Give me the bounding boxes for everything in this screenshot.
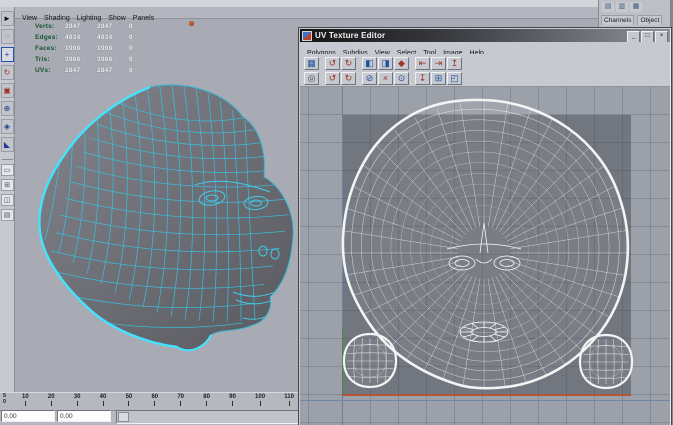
uv-editor-toolbar: ▦ ↺↻ ◧◨◆ ⇤⇥↥ ◎ ↺↻ ⊘×⊙ ↧⊞◰ — [300, 54, 670, 87]
hud-other: 0 — [129, 56, 133, 63]
grid-icon[interactable]: ⊞ — [431, 72, 446, 85]
hud-total: 1998 — [65, 45, 80, 52]
time-field[interactable]: 0.00 — [57, 410, 111, 422]
range-slider-handle[interactable] — [118, 412, 129, 422]
hud-selected: 2847 — [97, 23, 112, 30]
maya-application: ►◌+↻▣⊕◈◣ ▭⊞◫▤ ViewShadingLightingShowPan… — [0, 0, 673, 425]
hud-row-edges: Edges: 4834 4834 0 — [35, 34, 165, 45]
ruler-start-labels: 5 0 — [3, 393, 6, 405]
time-ruler[interactable]: 5 0 10 20 30 40 50 60 70 80 90 100 110 — [0, 392, 300, 411]
time-slider: 5 0 10 20 30 40 50 60 70 80 90 100 110 0.000.00 — [0, 392, 300, 425]
hud-total: 2847 — [65, 23, 80, 30]
hud-selected: 2847 — [97, 67, 112, 74]
move-uv-shell-icon[interactable]: ↺ — [325, 57, 340, 70]
hud-selected: 3988 — [97, 56, 112, 63]
time-tick[interactable]: 10 — [22, 393, 29, 410]
panel-toggle-icons: ▤▥▦ — [602, 2, 642, 12]
show-channel-box-icon[interactable]: ▦ — [630, 2, 642, 12]
sew-uvs-icon[interactable]: × — [378, 72, 393, 85]
locator-dot — [189, 21, 194, 26]
rotate-ccw-icon[interactable]: ↺ — [325, 72, 340, 85]
toolbox-divider — [2, 159, 13, 160]
hud-row-uvs: UVs: 2847 2847 0 — [35, 67, 165, 78]
ruler-start-bottom: 0 — [3, 399, 6, 405]
uv-texture-editor-window: UV Texture Editor _□× PolygonsSubdivsVie… — [298, 27, 672, 425]
merge-uvs-icon[interactable]: ⊙ — [394, 72, 409, 85]
hud-label: UVs: — [35, 67, 51, 74]
hud-label: Edges: — [35, 34, 58, 41]
rotate-cw-icon[interactable]: ↻ — [341, 72, 356, 85]
hud-total: 2847 — [65, 67, 80, 74]
soft-mod-tool[interactable]: ◈ — [1, 119, 14, 134]
single-pane-layout[interactable]: ▭ — [1, 164, 14, 176]
poly-count-hud: Verts: 2847 2847 0 Edges: 4834 4834 0 Fa… — [35, 23, 165, 78]
show-tool-settings-icon[interactable]: ▥ — [616, 2, 628, 12]
time-tick[interactable]: 40 — [100, 393, 107, 410]
channel-tab[interactable]: Object — [637, 15, 662, 25]
align-max-u-icon[interactable]: ⇥ — [431, 57, 446, 70]
range-slider[interactable] — [116, 410, 300, 424]
four-pane-layout[interactable]: ⊞ — [1, 179, 14, 191]
hud-other: 0 — [129, 45, 133, 52]
uv-editor-title: UV Texture Editor — [315, 31, 385, 40]
uv-shells-wireframe — [300, 87, 670, 425]
toolbox: ► ◌ + ↻ ▣ ⊕ ◈ ◣ ▭ ⊞ ◫ ▤ — [0, 7, 15, 392]
uv-toolbar-row-2: ◎ ↺↻ ⊘×⊙ ↧⊞◰ — [304, 71, 670, 86]
time-field[interactable]: 0.00 — [1, 410, 55, 422]
channel-tab[interactable]: Channels — [601, 15, 634, 25]
split-pane-layout[interactable]: ◫ — [1, 194, 14, 206]
cut-uvs-icon[interactable]: ⊘ — [362, 72, 377, 85]
channel-box-tabs: ChannelsObject — [601, 15, 662, 25]
hud-other: 0 — [129, 34, 133, 41]
hud-total: 4834 — [65, 34, 80, 41]
time-tick[interactable]: 100 — [255, 393, 265, 410]
time-tick[interactable]: 20 — [48, 393, 55, 410]
hud-other: 0 — [129, 67, 133, 74]
hud-selected: 4834 — [97, 34, 112, 41]
time-tick[interactable]: 50 — [126, 393, 133, 410]
lasso-tool[interactable]: ◌ — [1, 29, 14, 44]
hud-row-faces: Faces: 1998 1998 0 — [35, 45, 165, 56]
layout-uvs-icon[interactable]: ◰ — [447, 72, 462, 85]
manipulator-tool[interactable]: ⊕ — [1, 101, 14, 116]
move-tool[interactable]: + — [1, 47, 14, 62]
align-max-v-icon[interactable]: ↥ — [447, 57, 462, 70]
uv-toolbar-row-1: ▦ ↺↻ ◧◨◆ ⇤⇥↥ — [304, 56, 670, 71]
time-tick[interactable]: 70 — [177, 393, 184, 410]
time-tick[interactable]: 60 — [151, 393, 158, 410]
hud-selected: 1998 — [97, 45, 112, 52]
uv-editor-window-icon — [302, 31, 312, 41]
hud-label: Tris: — [35, 56, 50, 63]
time-ticks: 10 20 30 40 50 60 70 80 90 100 110 — [22, 393, 294, 410]
flip-u-icon[interactable]: ◧ — [362, 57, 377, 70]
channel-box-panel: ▤▥▦ ChannelsObject — [598, 0, 673, 27]
flip-v-icon[interactable]: ◨ — [378, 57, 393, 70]
scale-tool[interactable]: ▣ — [1, 83, 14, 98]
select-tool[interactable]: ► — [1, 11, 14, 26]
align-min-v-icon[interactable]: ↧ — [415, 72, 430, 85]
align-min-u-icon[interactable]: ⇤ — [415, 57, 430, 70]
uv-canvas[interactable] — [300, 87, 670, 425]
hud-label: Verts: — [35, 23, 54, 30]
checker-map-icon[interactable]: ▦ — [304, 57, 319, 70]
uv-editor-titlebar[interactable]: UV Texture Editor _□× — [300, 29, 670, 42]
time-tick[interactable]: 80 — [203, 393, 210, 410]
outliner-pane-layout[interactable]: ▤ — [1, 209, 14, 221]
hud-label: Faces: — [35, 45, 57, 52]
time-fields: 0.000.00 — [1, 410, 111, 422]
cycle-uvs-icon[interactable]: ◆ — [394, 57, 409, 70]
rotate-uv-shell-icon[interactable]: ↻ — [341, 57, 356, 70]
time-tick[interactable]: 30 — [74, 393, 81, 410]
paint-tool[interactable]: ◣ — [1, 137, 14, 152]
hud-row-tris: Tris: 3988 3988 0 — [35, 56, 165, 67]
zoom-selected-icon[interactable]: ◎ — [304, 72, 319, 85]
show-attr-editor-icon[interactable]: ▤ — [602, 2, 614, 12]
hud-row-verts: Verts: 2847 2847 0 — [35, 23, 165, 34]
rotate-tool[interactable]: ↻ — [1, 65, 14, 80]
time-tick[interactable]: 110 — [284, 393, 294, 410]
hud-other: 0 — [129, 23, 133, 30]
time-tick[interactable]: 90 — [229, 393, 236, 410]
hud-total: 3988 — [65, 56, 80, 63]
